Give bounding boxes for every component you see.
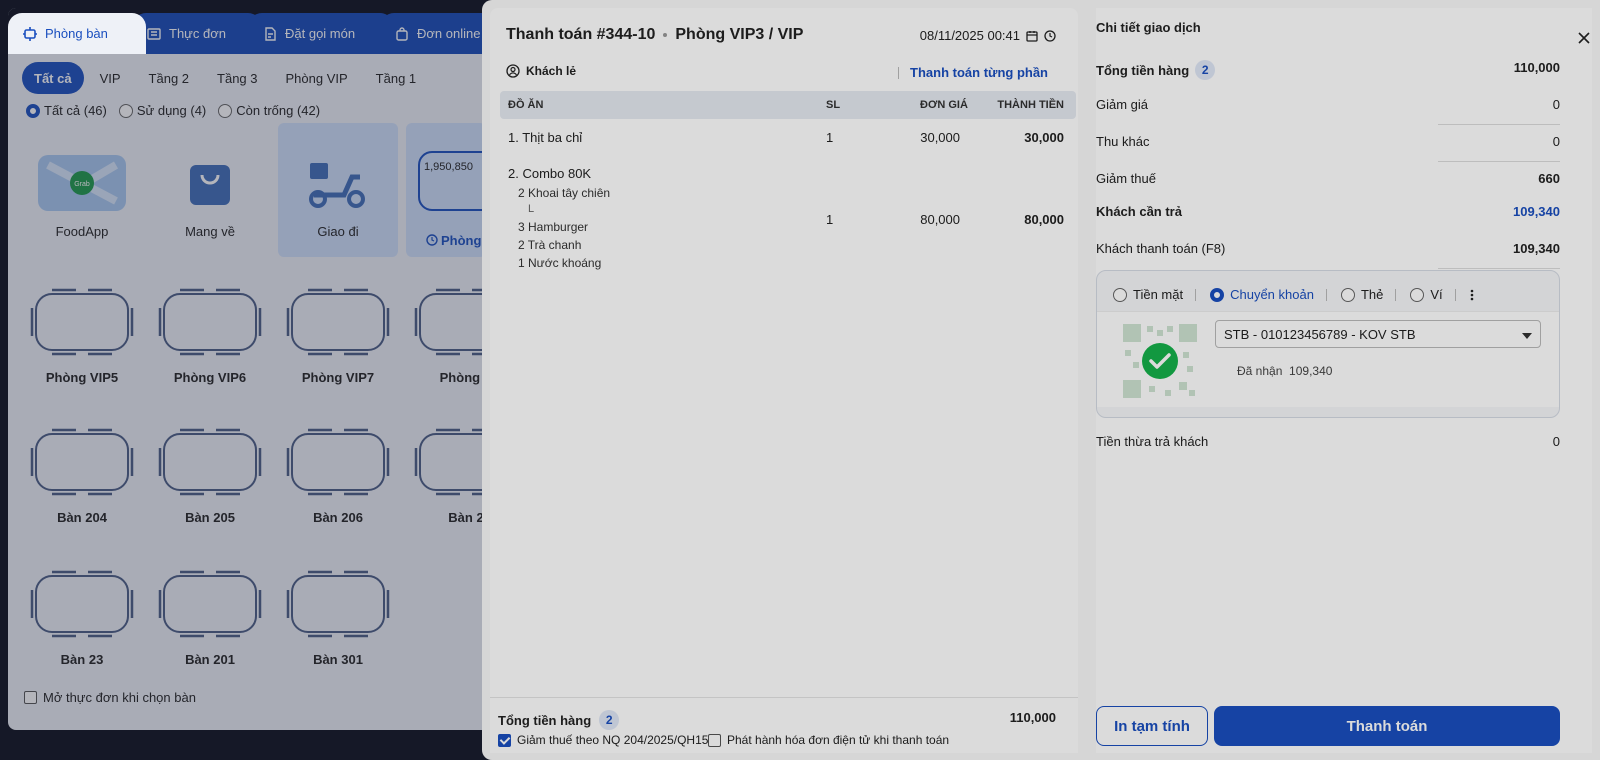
summary-discount[interactable]: Giảm giá 0 — [1096, 91, 1560, 125]
user-icon — [506, 64, 520, 78]
received-amount: Đã nhận 109,340 — [1237, 364, 1333, 378]
summary-total: Tổng tiền hàng 2 110,000 — [1096, 54, 1560, 84]
method-transfer[interactable]: Chuyển khoản — [1210, 287, 1326, 302]
transaction-pane: Chi tiết giao dịch Tổng tiền hàng 2 110,0… — [1096, 8, 1592, 753]
radio-icon — [1410, 287, 1425, 302]
dialog-title: Thanh toán #344-10 Phòng VIP3 / VIP — [506, 26, 804, 43]
checkbox-icon — [708, 733, 721, 747]
item-count-badge: 2 — [1195, 60, 1216, 80]
checkbox-icon — [498, 733, 511, 747]
qr-code-paid-icon — [1121, 322, 1199, 400]
radio-icon — [1340, 287, 1355, 302]
method-card[interactable]: Thẻ — [1340, 287, 1395, 302]
summary-tax-reduction: Giảm thuế 660 — [1096, 171, 1560, 186]
partial-payment-link[interactable]: Thanh toán từng phần — [898, 65, 1048, 80]
order-total: 110,000 — [1009, 710, 1056, 725]
payment-dialog: Thanh toán #344-10 Phòng VIP3 / VIP 08/11… — [482, 0, 1600, 760]
summary-customer-paid[interactable]: Khách thanh toán (F8) 109,340 — [1096, 235, 1560, 269]
items-table-header: ĐỒ ĂN SL ĐƠN GIÁ THÀNH TIỀN — [500, 91, 1076, 119]
table-row[interactable]: 2. Combo 80K 2 Khoai tây chiên L 3 Hambu… — [500, 166, 1076, 276]
summary-change: Tiền thừa trả khách 0 — [1096, 434, 1560, 449]
order-datetime[interactable]: 08/11/2025 00:41 — [920, 28, 1056, 43]
tax-reduction-checkbox[interactable]: Giảm thuế theo NQ 204/2025/QH15 — [498, 733, 708, 747]
order-pane: Thanh toán #344-10 Phòng VIP3 / VIP 08/11… — [490, 8, 1078, 753]
customer-selector[interactable]: Khách lẻ — [506, 64, 576, 78]
method-cash[interactable]: Tiền mặt — [1113, 287, 1195, 302]
clock-icon[interactable] — [1044, 29, 1056, 42]
transaction-title: Chi tiết giao dịch — [1096, 20, 1201, 35]
more-options-icon[interactable] — [1470, 288, 1474, 302]
close-icon[interactable] — [1576, 30, 1592, 46]
e-invoice-checkbox[interactable]: Phát hành hóa đơn điện tử khi thanh toán — [708, 733, 949, 747]
order-footer: Tổng tiền hàng 2 110,000 Giảm thuế theo N… — [490, 697, 1078, 753]
payment-method-box: Tiền mặt Chuyển khoản Thẻ Ví STB - 01012… — [1096, 270, 1560, 418]
tab-tables[interactable]: Phòng bàn — [8, 13, 146, 54]
summary-other-fees[interactable]: Thu khác 0 — [1096, 128, 1560, 162]
summary-amount-due: Khách cần trả 109,340 — [1096, 204, 1560, 219]
item-count-badge: 2 — [599, 710, 620, 730]
table-icon — [23, 26, 37, 41]
calendar-icon[interactable] — [1026, 30, 1038, 42]
table-row[interactable]: 1. Thịt ba chỉ 1 30,000 30,000 — [500, 130, 1076, 160]
method-wallet[interactable]: Ví — [1410, 287, 1454, 302]
bank-account-select[interactable]: STB - 010123456789 - KOV STB — [1215, 320, 1541, 348]
chevron-down-icon — [1522, 333, 1532, 339]
transfer-panel: STB - 010123456789 - KOV STB Đã nhận 109… — [1097, 311, 1559, 407]
radio-icon — [1113, 287, 1127, 302]
pay-button[interactable]: Thanh toán — [1214, 706, 1560, 746]
payment-methods: Tiền mặt Chuyển khoản Thẻ Ví — [1113, 287, 1474, 302]
radio-icon — [1210, 287, 1225, 302]
print-draft-button[interactable]: In tạm tính — [1096, 706, 1208, 746]
